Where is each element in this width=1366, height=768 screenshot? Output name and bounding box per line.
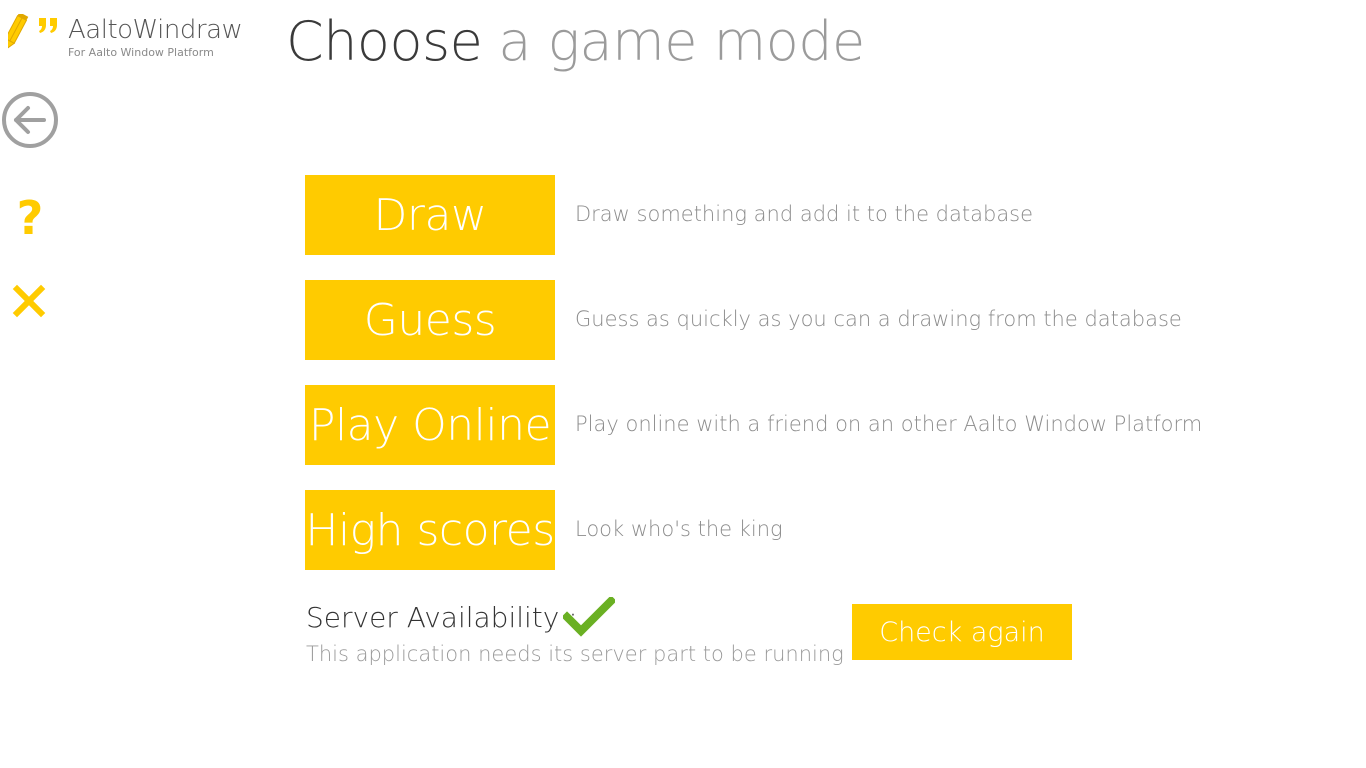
check-again-button[interactable]: Check again bbox=[852, 604, 1072, 660]
play-online-description: Play online with a friend on an other Aa… bbox=[575, 412, 1203, 436]
page-title-strong: Choose bbox=[286, 10, 483, 73]
mode-row-guess: Guess Guess as quickly as you can a draw… bbox=[305, 280, 1205, 360]
mode-row-high-scores: High scores Look who's the king bbox=[305, 490, 1205, 570]
draw-description: Draw something and add it to the databas… bbox=[575, 202, 1034, 226]
help-button[interactable]: ? bbox=[10, 190, 50, 246]
back-button[interactable] bbox=[0, 90, 60, 150]
server-availability-label: Server Availability : bbox=[306, 601, 578, 634]
checkmark-icon bbox=[563, 597, 615, 637]
guess-button[interactable]: Guess bbox=[305, 280, 555, 360]
server-note: This application needs its server part t… bbox=[306, 642, 844, 666]
page-title-light: a game mode bbox=[498, 10, 865, 73]
draw-button[interactable]: Draw bbox=[305, 175, 555, 255]
high-scores-button[interactable]: High scores bbox=[305, 490, 555, 570]
close-button[interactable] bbox=[12, 284, 46, 318]
high-scores-description: Look who's the king bbox=[575, 517, 783, 541]
pencil-quote-icon bbox=[8, 14, 57, 51]
guess-description: Guess as quickly as you can a drawing fr… bbox=[575, 307, 1182, 331]
page-title: Choose a game mode bbox=[286, 10, 865, 73]
app-subtitle: For Aalto Window Platform bbox=[68, 46, 214, 59]
play-online-button[interactable]: Play Online bbox=[305, 385, 555, 465]
back-arrow-icon bbox=[2, 92, 58, 148]
mode-row-play-online: Play Online Play online with a friend on… bbox=[305, 385, 1205, 465]
app-title: AaltoWindraw bbox=[68, 15, 243, 45]
close-icon bbox=[12, 284, 46, 318]
help-icon: ? bbox=[16, 191, 44, 245]
main-page: AaltoWindraw For Aalto Window Platform C… bbox=[0, 0, 1366, 768]
app-logo: AaltoWindraw For Aalto Window Platform bbox=[8, 14, 258, 64]
mode-row-draw: Draw Draw something and add it to the da… bbox=[305, 175, 1205, 255]
